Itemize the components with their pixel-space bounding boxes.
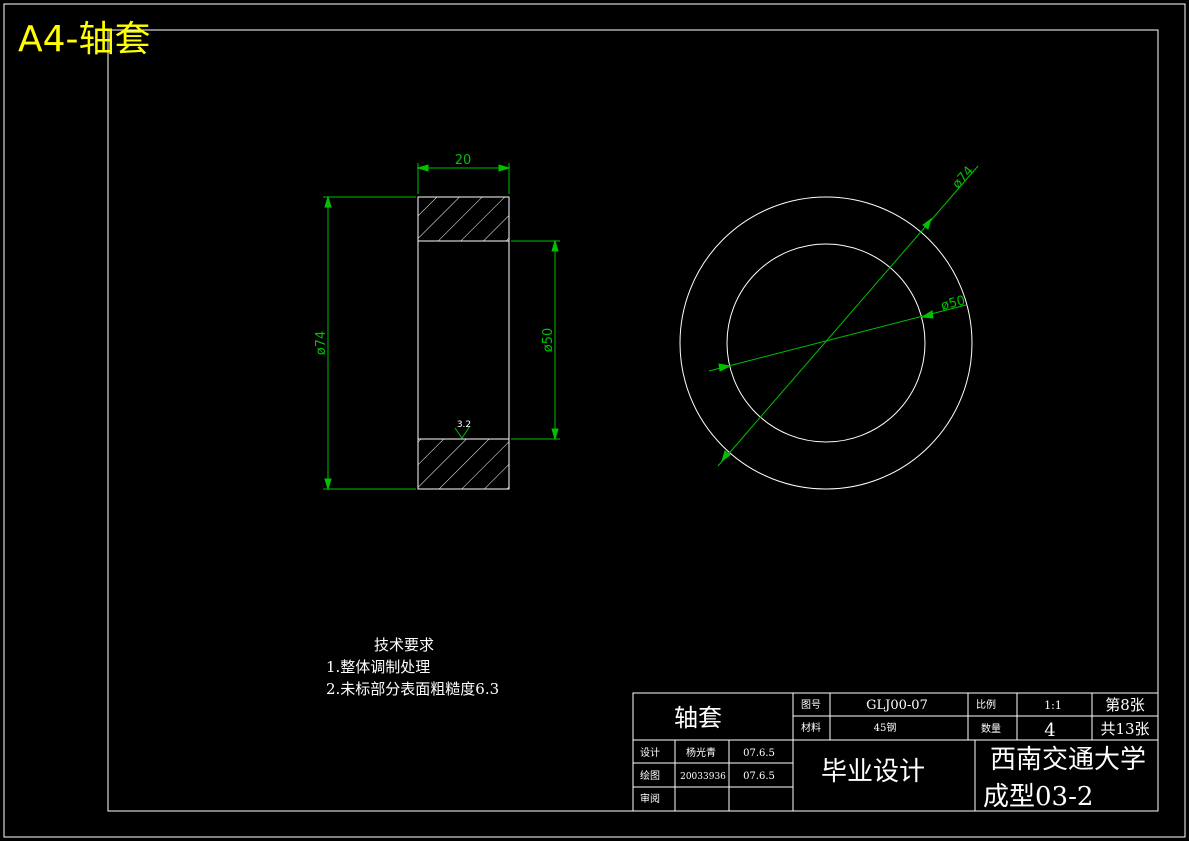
review-label: 审阅 bbox=[640, 792, 660, 805]
dimension-width-label: 20 bbox=[455, 153, 472, 168]
drawing-no-label: 图号 bbox=[801, 699, 821, 711]
end-view-dimension-inner bbox=[708, 304, 967, 372]
material-value: 45钢 bbox=[874, 721, 897, 734]
school-name: 西南交通大学 bbox=[990, 745, 1146, 775]
total-sheets: 共13张 bbox=[1100, 720, 1149, 738]
sheet-border bbox=[3, 3, 1186, 838]
dimension-outer-diameter bbox=[323, 195, 416, 491]
draw-label: 绘图 bbox=[640, 769, 660, 782]
technical-requirement-item: 1.整体调制处理 bbox=[326, 658, 431, 676]
material-label: 材料 bbox=[801, 721, 821, 734]
section-view bbox=[417, 196, 510, 490]
technical-requirements-title: 技术要求 bbox=[374, 636, 435, 654]
drawing-no: GLJ00-07 bbox=[866, 698, 928, 713]
inner-circle bbox=[726, 243, 926, 443]
scale-label: 比例 bbox=[976, 698, 996, 711]
draw-date: 07.6.5 bbox=[743, 771, 775, 782]
dimension-outer-diameter-label: ø74 bbox=[314, 331, 329, 356]
sheet-number: 第8张 bbox=[1105, 696, 1145, 714]
roughness-value: 3.2 bbox=[457, 420, 471, 430]
design-date: 07.6.5 bbox=[743, 748, 775, 759]
part-name: 轴套 bbox=[674, 704, 722, 732]
end-view-dimension-outer bbox=[717, 165, 979, 467]
quantity-value: 4 bbox=[1044, 720, 1055, 741]
end-view bbox=[679, 196, 973, 490]
end-view-inner-label: ø50 bbox=[939, 293, 966, 313]
page-label: A4-轴套 bbox=[18, 19, 151, 60]
quantity-label: 数量 bbox=[981, 722, 1001, 735]
technical-requirements: 技术要求 1.整体调制处理 2.未标部分表面粗糙度6.3 bbox=[326, 634, 499, 700]
outer-circle bbox=[679, 196, 973, 490]
project-name: 毕业设计 bbox=[821, 757, 925, 787]
design-label: 设计 bbox=[640, 746, 660, 759]
draw-id: 20033936 bbox=[680, 772, 726, 782]
designer-name: 杨光青 bbox=[686, 746, 716, 759]
scale-value: 1:1 bbox=[1044, 699, 1062, 712]
class-name: 成型03-2 bbox=[983, 782, 1093, 812]
section-hatch-bottom bbox=[417, 438, 510, 490]
dimension-inner-diameter-label: ø50 bbox=[541, 328, 556, 353]
section-hatch-top bbox=[417, 196, 510, 242]
drawing-canvas: 20 ø74 ø50 3.2 ø74 ø50 轴套 图号 GLJ00-07 比例… bbox=[3, 3, 1186, 838]
end-view-outer-label: ø74 bbox=[950, 164, 977, 192]
technical-requirement-item: 2.未标部分表面粗糙度6.3 bbox=[326, 680, 500, 698]
